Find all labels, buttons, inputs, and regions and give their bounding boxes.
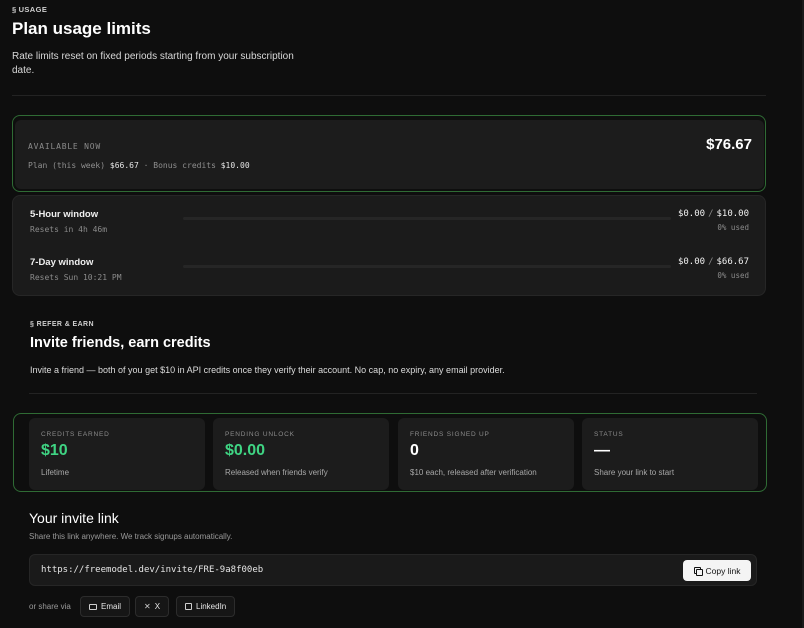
invite-subtitle: Share this link anywhere. We track signu… xyxy=(29,532,233,541)
window-amount: $0.00/$66.67 xyxy=(677,257,749,267)
linkedin-icon xyxy=(185,603,192,610)
available-breakdown: Plan (this week) $66.67 · Bonus credits … xyxy=(28,161,250,170)
page-title: Plan usage limits xyxy=(12,19,151,38)
window-percent: 0% used xyxy=(717,223,749,232)
referral-title: Invite friends, earn credits xyxy=(30,335,211,351)
stat-value: — xyxy=(594,442,610,459)
usage-eyebrow: § USAGE xyxy=(12,5,48,14)
stat-credits-earned: CREDITS EARNED $10 Lifetime xyxy=(29,418,205,490)
stat-value: $0.00 xyxy=(225,442,266,459)
window-row-5h: 5-Hour window Resets in 4h 46m $0.00/$10… xyxy=(13,209,765,249)
invite-link-box: https://freemodel.dev/invite/FRE-9a8f00e… xyxy=(29,554,757,586)
divider xyxy=(29,393,757,394)
page-description: Rate limits reset on fixed periods start… xyxy=(12,51,294,76)
stat-label: STATUS xyxy=(594,431,624,438)
invite-title: Your invite link xyxy=(29,510,119,526)
stat-sub: Share your link to start xyxy=(594,468,675,477)
available-label: AVAILABLE NOW xyxy=(28,142,102,151)
stat-sub: Lifetime xyxy=(41,468,70,477)
stat-label: FRIENDS SIGNED UP xyxy=(410,431,490,438)
stat-status: STATUS — Share your link to start xyxy=(582,418,758,490)
window-resets: Resets Sun 10:21 PM xyxy=(30,273,122,282)
window-title: 5-Hour window xyxy=(30,209,99,220)
stat-label: CREDITS EARNED xyxy=(41,431,110,438)
stat-label: PENDING UNLOCK xyxy=(225,431,295,438)
share-email-button[interactable]: Email xyxy=(80,596,131,617)
usage-windows-card: 5-Hour window Resets in 4h 46m $0.00/$10… xyxy=(12,195,766,296)
copy-link-button[interactable]: Copy link xyxy=(683,560,751,581)
section-icon: § xyxy=(12,5,17,14)
stat-value: $10 xyxy=(41,442,68,459)
stat-friends-signed-up: FRIENDS SIGNED UP 0 $10 each, released a… xyxy=(398,418,574,490)
x-icon: ✕ xyxy=(144,601,151,611)
mail-icon xyxy=(89,603,97,610)
usage-progress-bar xyxy=(183,217,671,220)
divider xyxy=(12,95,766,96)
window-row-7d: 7-Day window Resets Sun 10:21 PM $0.00/$… xyxy=(13,257,765,297)
stat-pending-unlock: PENDING UNLOCK $0.00 Released when frien… xyxy=(213,418,389,490)
referral-eyebrow: § REFER & EARN xyxy=(30,321,94,328)
stat-sub: Released when friends verify xyxy=(225,468,328,477)
window-title: 7-Day window xyxy=(30,257,94,268)
window-percent: 0% used xyxy=(717,271,749,280)
window-resets: Resets in 4h 46m xyxy=(30,225,108,234)
invite-link-text[interactable]: https://freemodel.dev/invite/FRE-9a8f00e… xyxy=(41,565,263,575)
stat-sub: $10 each, released after verification xyxy=(410,468,537,477)
share-x-button[interactable]: ✕ X xyxy=(135,596,170,617)
section-icon: § xyxy=(30,321,35,328)
available-now-card: AVAILABLE NOW Plan (this week) $66.67 · … xyxy=(15,120,764,189)
share-linkedin-button[interactable]: LinkedIn xyxy=(176,596,236,617)
window-amount: $0.00/$10.00 xyxy=(677,209,749,219)
available-amount: $76.67 xyxy=(706,136,752,153)
share-label: or share via xyxy=(29,602,71,611)
usage-progress-bar xyxy=(183,265,671,268)
stat-value: 0 xyxy=(410,442,419,459)
referral-description: Invite a friend — both of you get $10 in… xyxy=(30,365,505,375)
copy-icon xyxy=(693,566,703,576)
